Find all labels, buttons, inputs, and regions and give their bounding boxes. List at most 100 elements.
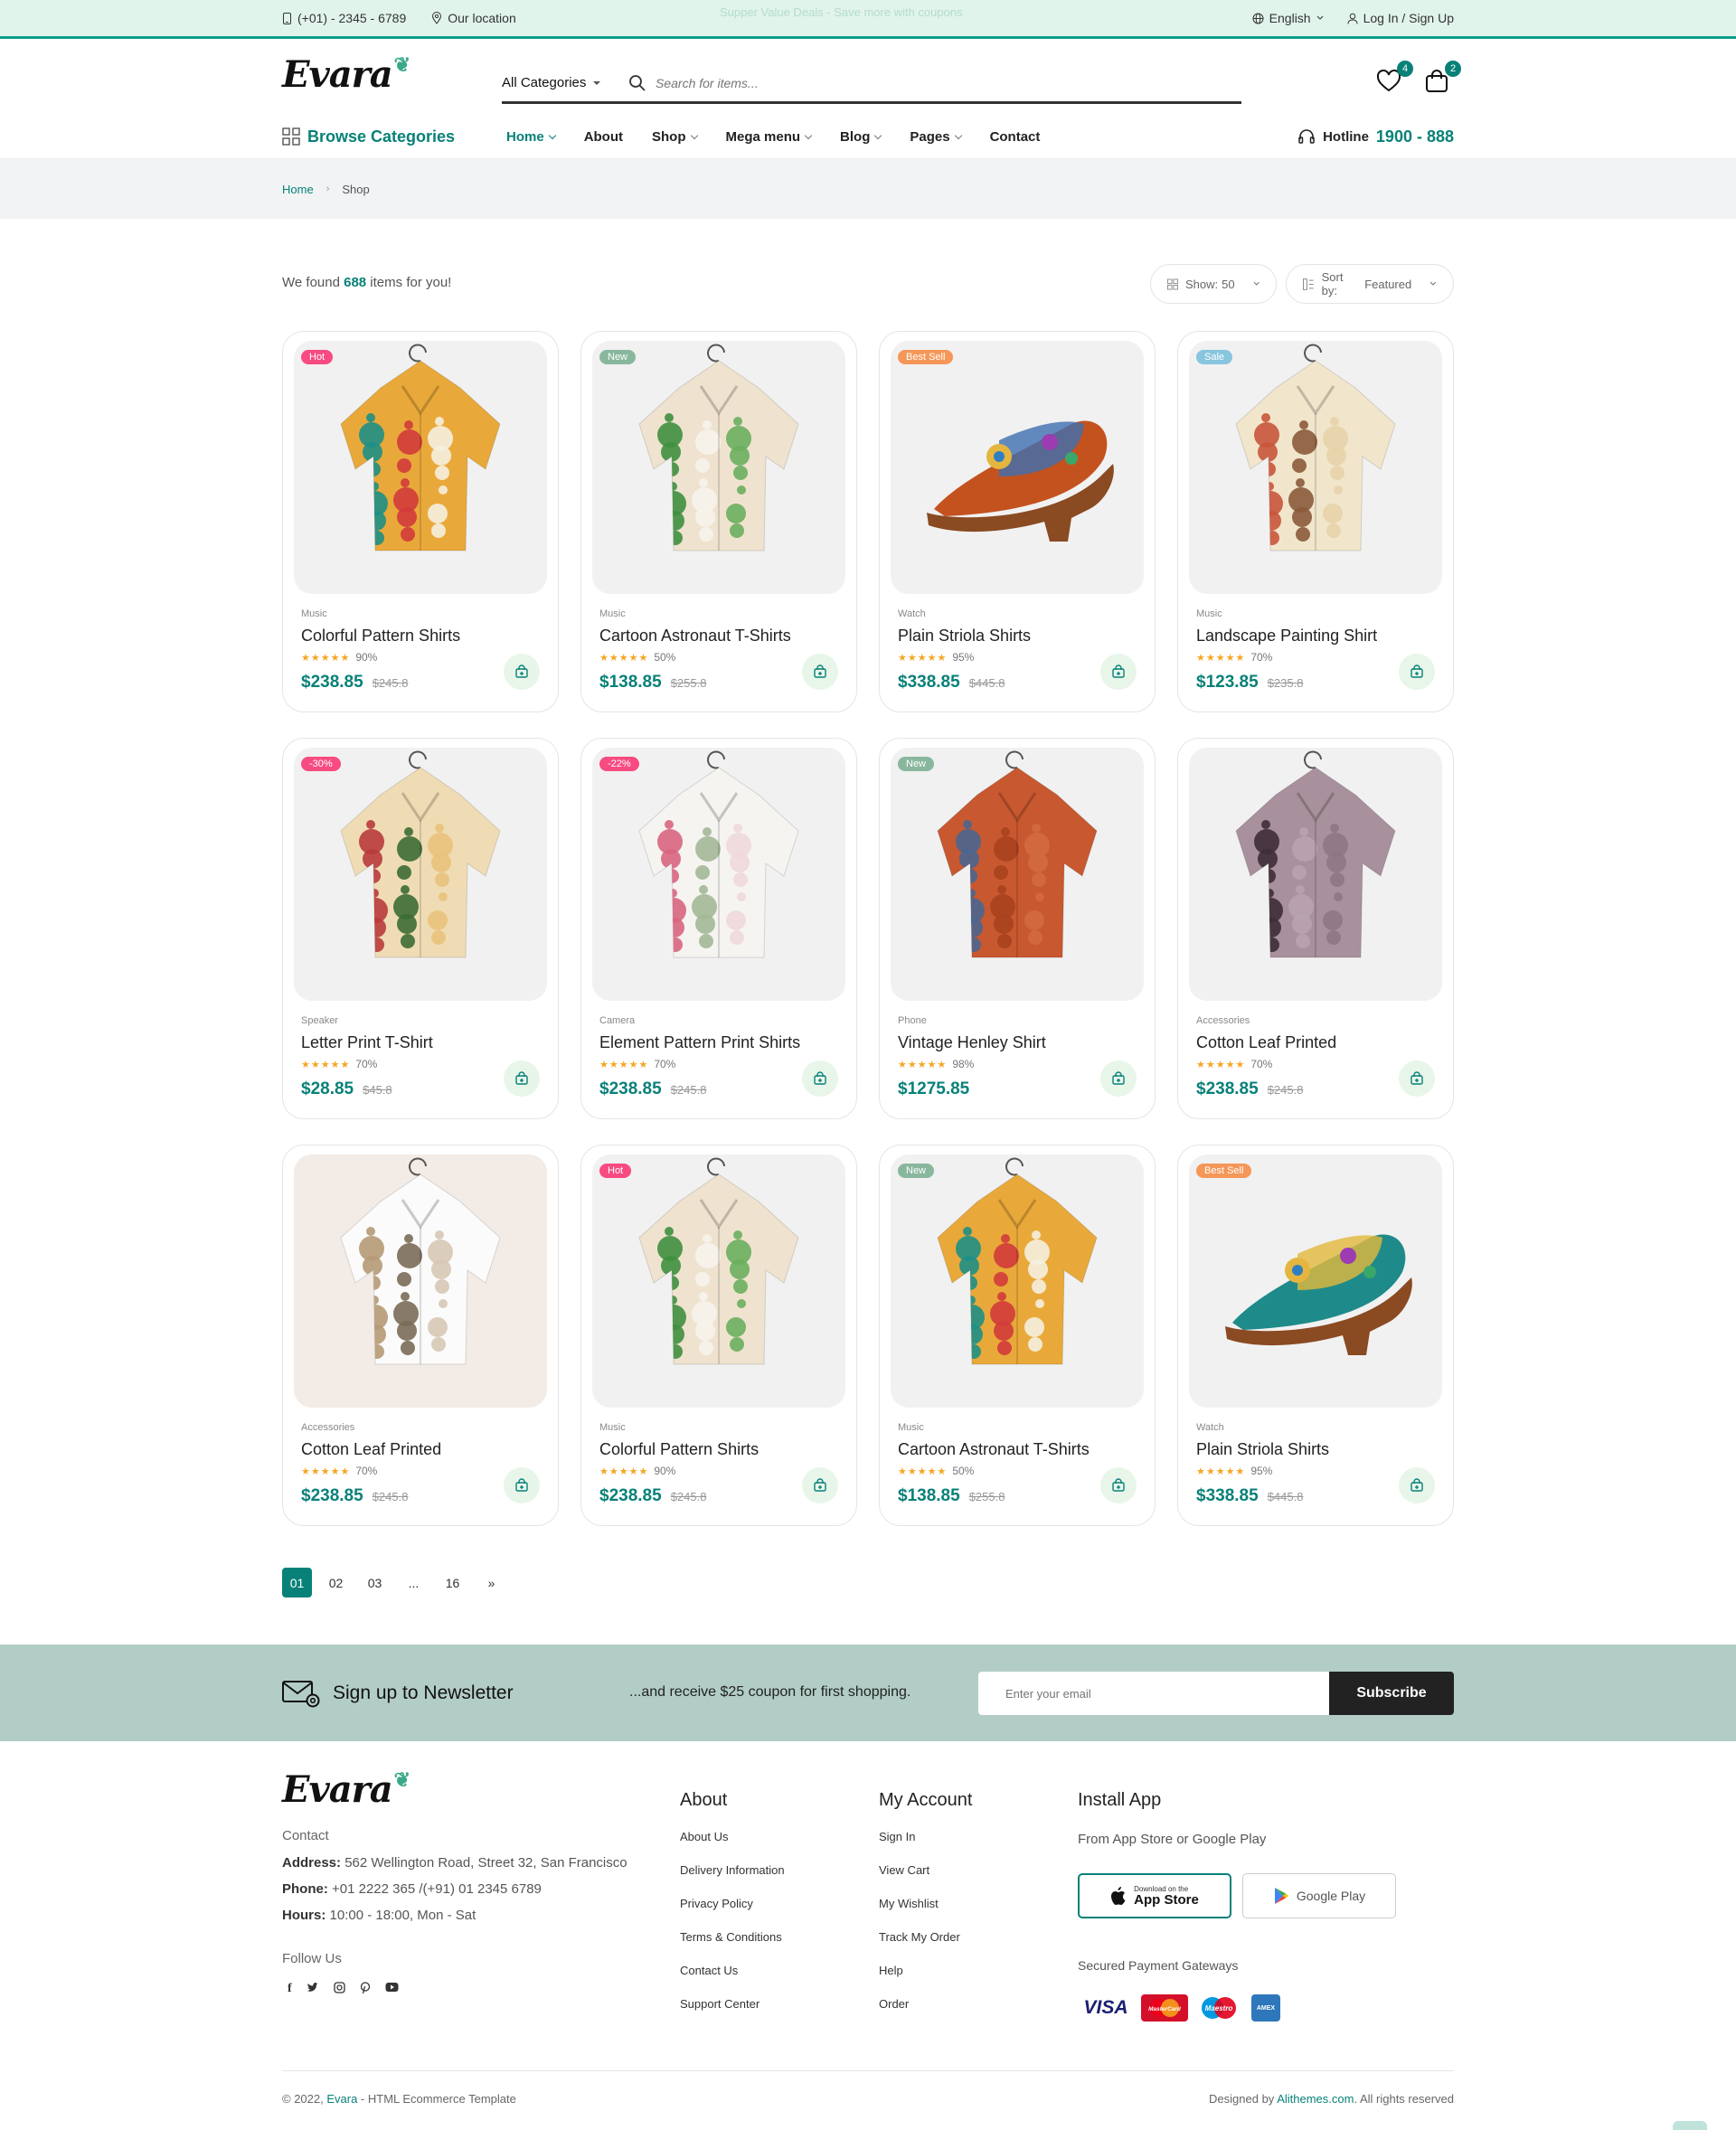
nav-item-shop[interactable]: Shop [652,129,698,145]
instagram-icon[interactable] [334,1982,345,1993]
product-category[interactable]: Music [301,608,327,619]
login-link[interactable]: Log In / Sign Up [1347,11,1454,25]
pinterest-icon[interactable] [360,1982,371,1994]
product-card[interactable]: Best Sell Watch Plain Striola Shirts ★★★… [879,331,1156,712]
nav-item-mega-menu[interactable]: Mega menu [726,129,813,145]
product-name[interactable]: Vintage Henley Shirt [898,1033,1046,1052]
footer-about-link[interactable]: Terms & Conditions [680,1930,782,1944]
product-image[interactable]: New [891,1155,1144,1408]
nav-item-home[interactable]: Home [506,129,556,145]
footer-about-link[interactable]: Support Center [680,1997,760,2011]
product-card[interactable]: Hot Music Colorful Pattern Shirts ★★★★★ … [580,1145,857,1526]
add-to-cart-button[interactable] [504,654,540,690]
designed-brand[interactable]: Alithemes.com [1277,2092,1354,2106]
product-category[interactable]: Music [898,1422,924,1433]
google-play-button[interactable]: Google Play [1242,1873,1396,1918]
youtube-icon[interactable] [385,1982,399,1993]
product-card[interactable]: -30% Speaker Letter Print T-Shirt ★★★★★ … [282,738,559,1119]
product-image[interactable]: Best Sell [891,341,1144,594]
search-icon[interactable] [628,74,646,92]
product-card[interactable]: Sale Music Landscape Painting Shirt ★★★★… [1177,331,1454,712]
subscribe-button[interactable]: Subscribe [1329,1672,1454,1715]
product-image[interactable]: -22% [592,748,845,1001]
footer-about-link[interactable]: Privacy Policy [680,1897,753,1910]
footer-about-link[interactable]: About Us [680,1830,728,1843]
product-name[interactable]: Landscape Painting Shirt [1196,627,1377,646]
product-card[interactable]: New Phone Vintage Henley Shirt ★★★★★ 98%… [879,738,1156,1119]
product-category[interactable]: Watch [1196,1422,1224,1433]
location-link[interactable]: Our location [431,11,516,25]
add-to-cart-button[interactable] [1399,1467,1435,1503]
add-to-cart-button[interactable] [504,1467,540,1503]
scroll-to-top-button[interactable] [1673,2121,1707,2130]
cart-button[interactable]: 2 [1423,61,1461,99]
product-category[interactable]: Watch [898,608,926,619]
twitter-icon[interactable] [307,1982,319,1993]
product-category[interactable]: Accessories [1196,1015,1250,1026]
pagination-next-icon[interactable]: » [476,1568,506,1598]
pagination-page[interactable]: 16 [438,1568,467,1598]
nav-item-blog[interactable]: Blog [840,129,882,145]
sort-select[interactable]: Sort by: Featured [1286,264,1454,304]
product-name[interactable]: Cotton Leaf Printed [1196,1033,1336,1052]
product-name[interactable]: Cartoon Astronaut T-Shirts [599,627,791,646]
wishlist-button[interactable]: 4 [1375,61,1413,99]
add-to-cart-button[interactable] [802,654,838,690]
nav-item-about[interactable]: About [584,129,623,145]
product-name[interactable]: Plain Striola Shirts [1196,1440,1329,1459]
add-to-cart-button[interactable] [1100,654,1137,690]
product-category[interactable]: Phone [898,1015,927,1026]
product-card[interactable]: New Music Cartoon Astronaut T-Shirts ★★★… [580,331,857,712]
product-card[interactable]: New Music Cartoon Astronaut T-Shirts ★★★… [879,1145,1156,1526]
product-name[interactable]: Cartoon Astronaut T-Shirts [898,1440,1090,1459]
product-image[interactable] [1189,748,1442,1001]
category-select[interactable]: All Categories [502,75,628,90]
add-to-cart-button[interactable] [1100,1060,1137,1097]
add-to-cart-button[interactable] [1399,654,1435,690]
product-card[interactable]: -22% Camera Element Pattern Print Shirts… [580,738,857,1119]
footer-about-link[interactable]: Delivery Information [680,1863,785,1877]
product-name[interactable]: Colorful Pattern Shirts [599,1440,759,1459]
footer-account-link[interactable]: Order [879,1997,909,2011]
product-card[interactable]: Accessories Cotton Leaf Printed ★★★★★ 70… [1177,738,1454,1119]
app-store-button[interactable]: Download on the App Store [1078,1873,1231,1918]
product-image[interactable]: New [891,748,1144,1001]
footer-account-link[interactable]: Track My Order [879,1930,960,1944]
footer-about-link[interactable]: Contact Us [680,1964,738,1977]
product-image[interactable]: -30% [294,748,547,1001]
copyright-brand[interactable]: Evara [326,2092,357,2106]
breadcrumb-home[interactable]: Home [282,183,314,196]
product-image[interactable]: Sale [1189,341,1442,594]
language-select[interactable]: English [1252,11,1324,25]
product-category[interactable]: Speaker [301,1015,338,1026]
pagination-page[interactable]: 01 [282,1568,312,1598]
footer-account-link[interactable]: My Wishlist [879,1897,939,1910]
product-name[interactable]: Plain Striola Shirts [898,627,1031,646]
facebook-icon[interactable]: f [288,1982,292,1996]
product-name[interactable]: Element Pattern Print Shirts [599,1033,800,1052]
footer-logo[interactable]: Evara❦ [282,1768,410,1811]
add-to-cart-button[interactable] [1100,1467,1137,1503]
product-category[interactable]: Accessories [301,1422,354,1433]
add-to-cart-button[interactable] [1399,1060,1435,1097]
site-logo[interactable]: Evara❦ [282,53,410,96]
add-to-cart-button[interactable] [802,1467,838,1503]
product-card[interactable]: Hot Music Colorful Pattern Shirts ★★★★★ … [282,331,559,712]
product-name[interactable]: Letter Print T-Shirt [301,1033,433,1052]
show-count-select[interactable]: Show: 50 [1150,264,1277,304]
product-image[interactable]: New [592,341,845,594]
add-to-cart-button[interactable] [802,1060,838,1097]
product-category[interactable]: Music [1196,608,1222,619]
pagination-page[interactable]: 03 [360,1568,390,1598]
product-category[interactable]: Music [599,608,626,619]
product-name[interactable]: Colorful Pattern Shirts [301,627,460,646]
product-image[interactable]: Best Sell [1189,1155,1442,1408]
nav-item-contact[interactable]: Contact [990,129,1041,145]
nav-item-pages[interactable]: Pages [910,129,962,145]
product-image[interactable] [294,1155,547,1408]
search-input[interactable] [656,75,1198,90]
product-image[interactable]: Hot [592,1155,845,1408]
add-to-cart-button[interactable] [504,1060,540,1097]
product-card[interactable]: Best Sell Watch Plain Striola Shirts ★★★… [1177,1145,1454,1526]
pagination-page[interactable]: 02 [321,1568,351,1598]
